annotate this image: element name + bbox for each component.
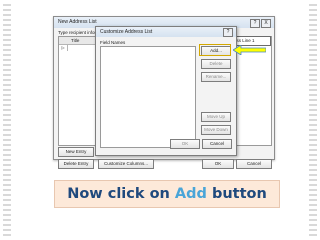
row-marker-icon[interactable]: ▷	[59, 45, 68, 51]
binder-edge-left	[3, 4, 11, 236]
inner-cancel-button[interactable]: Cancel	[202, 139, 232, 149]
delete-entry-button[interactable]: Delete Entry	[58, 159, 94, 169]
move-down-button[interactable]: Move Down	[201, 125, 231, 135]
caption-part-2: button	[206, 186, 267, 202]
rename-button[interactable]: Rename...	[201, 72, 231, 82]
caption-part-1: Now click on	[67, 186, 175, 202]
inner-title-bar: Customize Address List ?	[96, 27, 236, 37]
outer-help-icon[interactable]: ?	[250, 19, 260, 28]
inner-dialog-title: Customize Address List	[100, 29, 153, 35]
field-names-list[interactable]	[100, 46, 196, 148]
caption-text: Now click on Add button	[55, 181, 279, 207]
outer-ok-button[interactable]: OK	[202, 159, 234, 169]
column-title[interactable]: Title	[71, 37, 79, 44]
new-entry-button[interactable]: New Entry	[58, 147, 94, 157]
inner-help-icon[interactable]: ?	[223, 28, 233, 37]
delete-button[interactable]: Delete	[201, 59, 231, 69]
outer-close-icon[interactable]: X	[261, 19, 271, 28]
instruction-label: Type recipient infor	[58, 30, 97, 35]
outer-cancel-button[interactable]: Cancel	[236, 159, 272, 169]
move-up-button[interactable]: Move Up	[201, 112, 231, 122]
inner-ok-button[interactable]: OK	[170, 139, 200, 149]
caption-highlight: Add	[174, 186, 207, 202]
add-button-highlight	[199, 44, 231, 56]
pointer-arrow-icon	[233, 45, 266, 55]
instruction-caption: Now click on Add button	[54, 180, 280, 208]
binder-edge-right	[309, 4, 317, 236]
field-names-label: Field Names	[100, 40, 126, 45]
outer-dialog-title: New Address List	[58, 19, 97, 25]
customize-columns-button[interactable]: Customize Columns...	[98, 159, 154, 169]
